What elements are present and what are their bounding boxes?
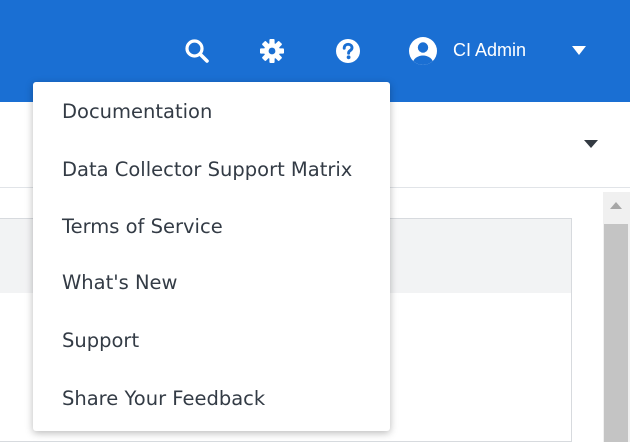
search-icon[interactable]	[184, 38, 210, 64]
vertical-scrollbar[interactable]	[603, 192, 630, 442]
menu-item-data-collector-support-matrix[interactable]: Data Collector Support Matrix	[33, 146, 390, 194]
user-icon[interactable]	[408, 36, 438, 66]
chevron-down-icon[interactable]	[584, 140, 598, 148]
menu-item-documentation[interactable]: Documentation	[33, 88, 390, 136]
chevron-down-icon[interactable]	[572, 46, 586, 55]
help-dropdown-menu: Documentation Data Collector Support Mat…	[33, 82, 390, 431]
gear-icon[interactable]	[259, 38, 285, 64]
menu-item-support[interactable]: Support	[33, 317, 390, 365]
user-name[interactable]: CI Admin	[453, 40, 526, 61]
help-icon[interactable]	[335, 38, 361, 64]
scroll-up-arrow-icon[interactable]	[610, 202, 622, 209]
menu-item-share-your-feedback[interactable]: Share Your Feedback	[33, 375, 390, 423]
scrollbar-thumb[interactable]	[604, 224, 628, 442]
menu-item-terms-of-service[interactable]: Terms of Service	[33, 203, 390, 251]
menu-item-whats-new[interactable]: What's New	[33, 259, 390, 307]
